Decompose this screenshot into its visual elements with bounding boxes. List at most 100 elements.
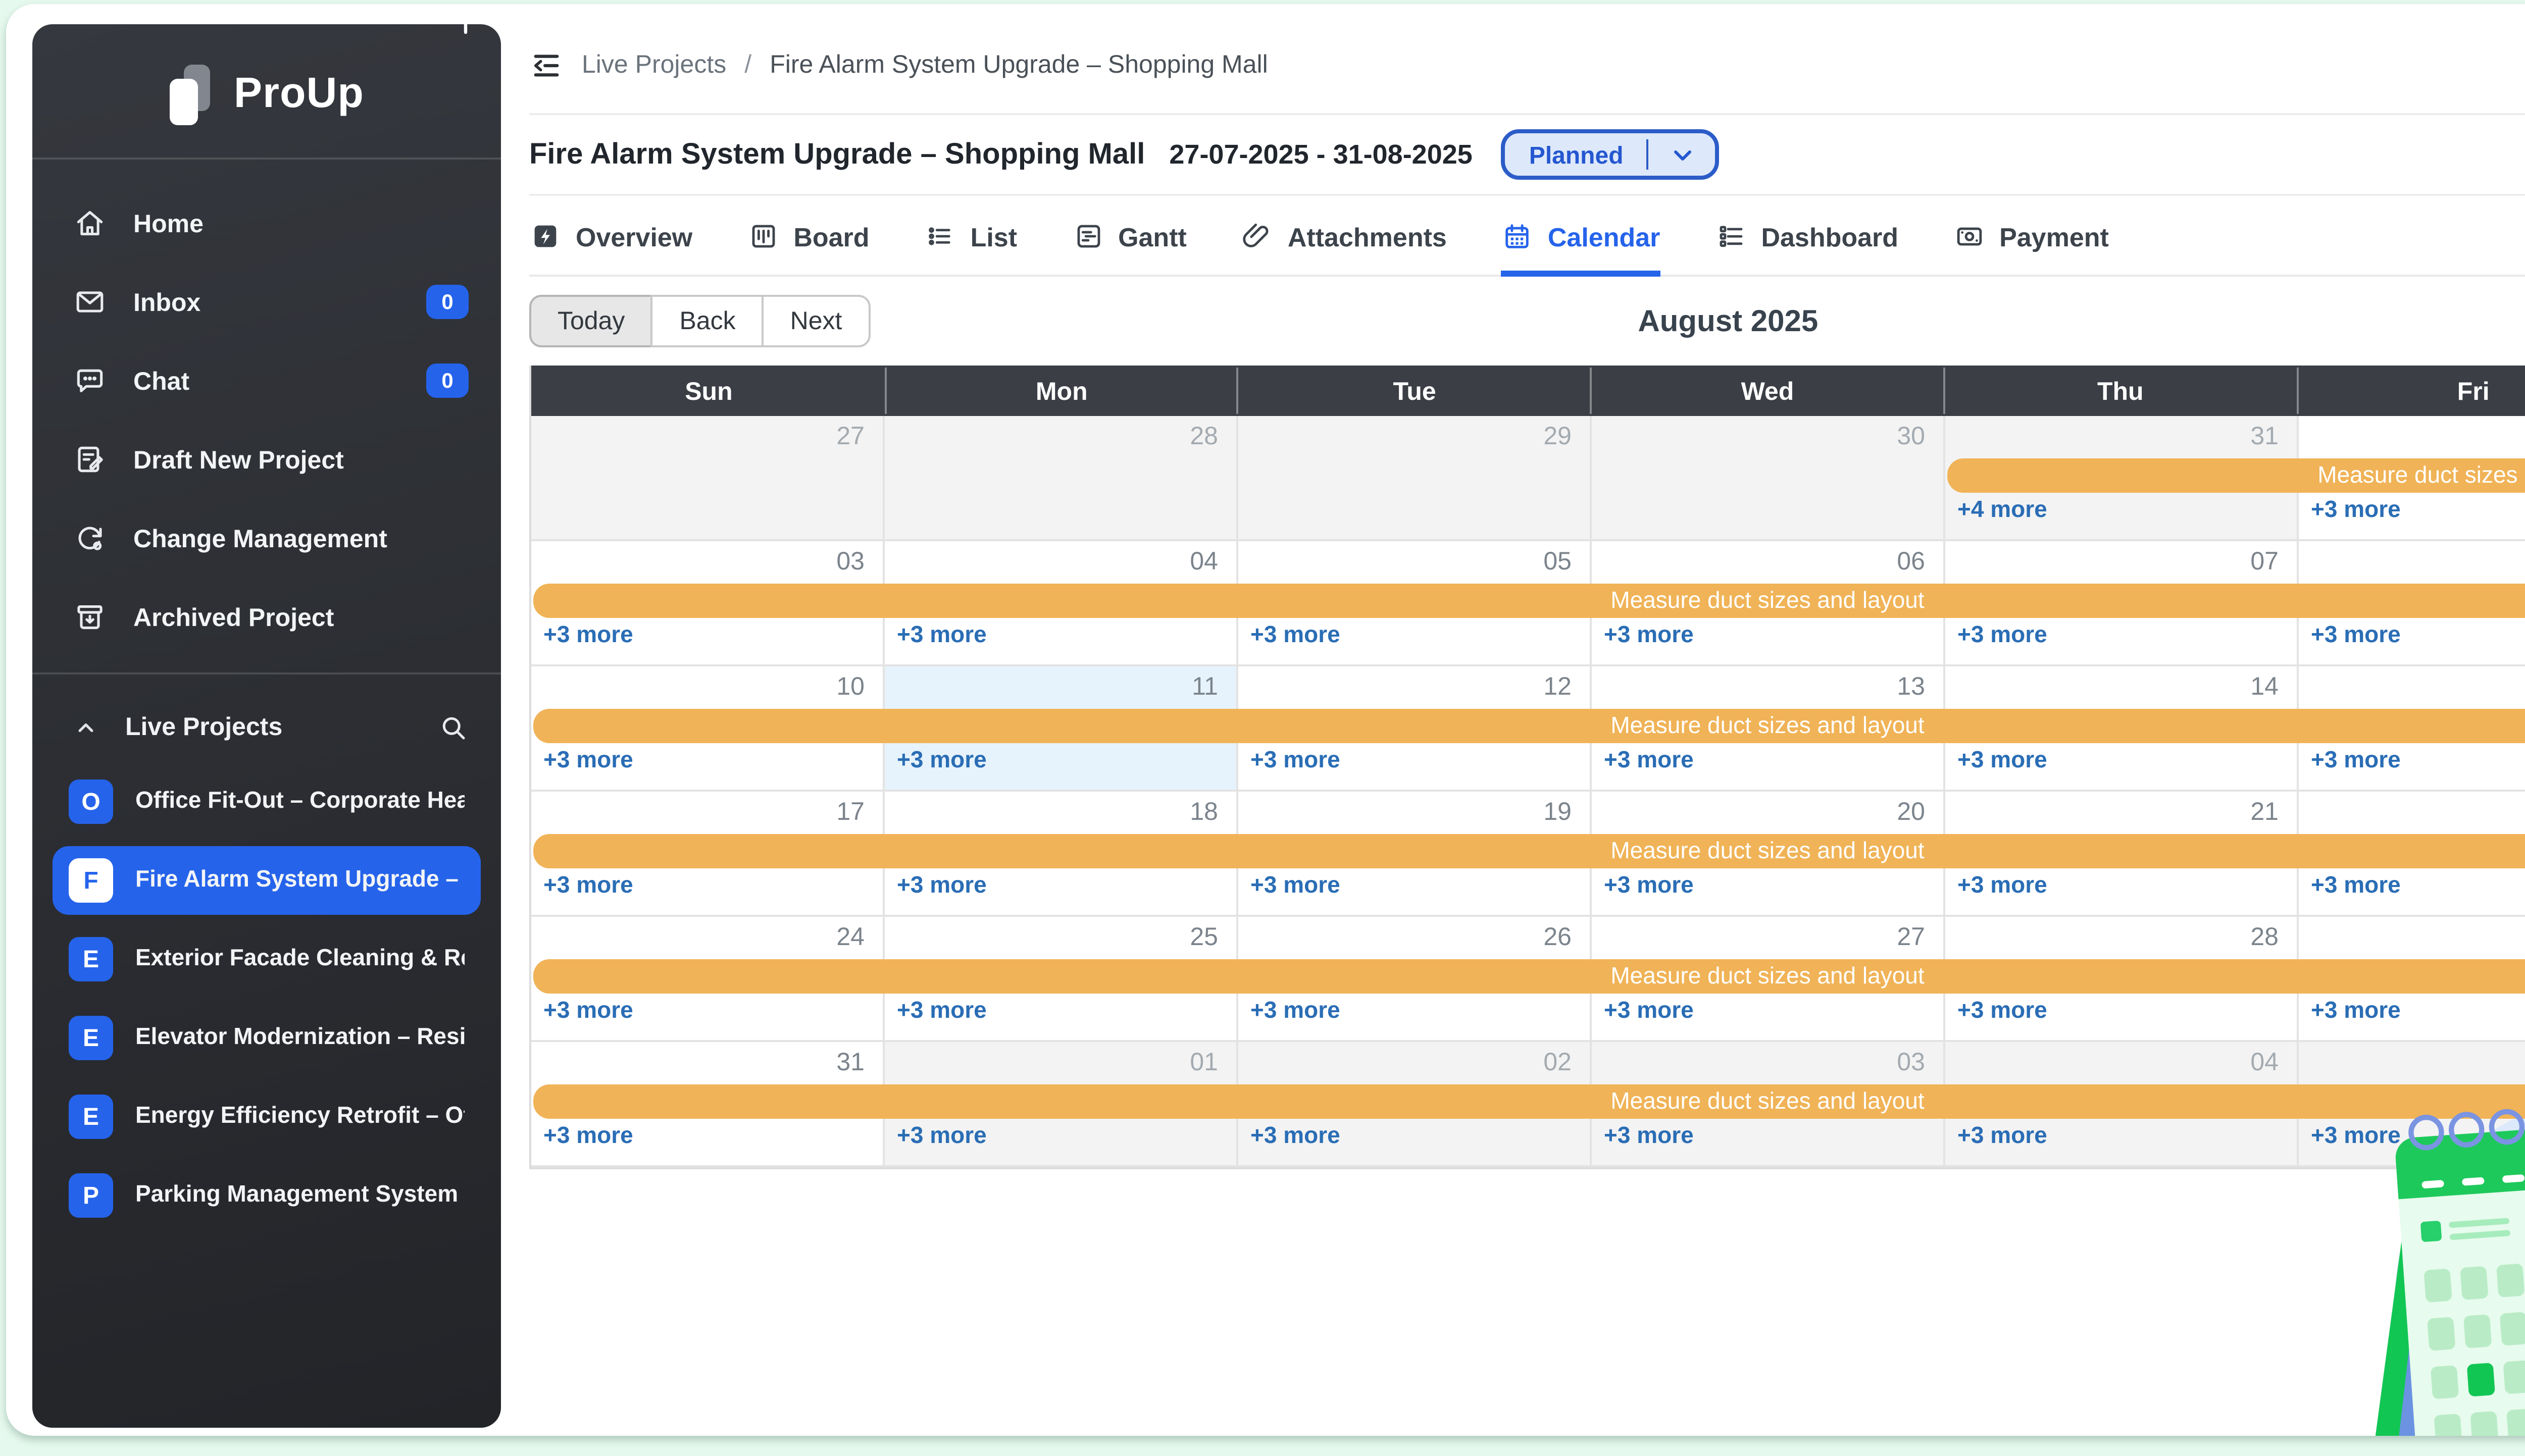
status-dropdown[interactable]: Planned xyxy=(1501,129,1719,180)
more-events-link[interactable]: +3 more xyxy=(897,1000,987,1024)
event-bar[interactable]: Measure duct sizes and layout xyxy=(1947,458,2525,493)
project-label: Fire Alarm System Upgrade – Sh... xyxy=(135,868,465,893)
breadcrumb-live-projects[interactable]: Live Projects xyxy=(582,50,726,79)
search-icon[interactable] xyxy=(438,712,469,742)
day-number: 29 xyxy=(1543,422,1572,450)
day-number: 07 xyxy=(2250,547,2279,576)
more-events-link[interactable]: +3 more xyxy=(1957,749,2047,773)
page-title: Fire Alarm System Upgrade – Shopping Mal… xyxy=(529,138,1145,171)
sidebar-project-item[interactable]: EEnergy Efficiency Retrofit – Offic... xyxy=(53,1082,481,1151)
more-events-link[interactable]: +3 more xyxy=(2311,1000,2401,1024)
more-events-link[interactable]: +3 more xyxy=(2311,1125,2401,1149)
more-events-link[interactable]: +3 more xyxy=(543,624,633,648)
day-number: 04 xyxy=(2250,1048,2279,1076)
tab-overview[interactable]: Overview xyxy=(529,198,692,277)
more-events-link[interactable]: +3 more xyxy=(543,1000,633,1024)
sidebar-item-chat[interactable]: Chat0 xyxy=(32,341,501,420)
more-events-link[interactable]: +3 more xyxy=(2311,499,2401,523)
collapse-sidebar-icon[interactable] xyxy=(529,47,564,82)
sidebar-item-archived-project[interactable]: Archived Project xyxy=(32,578,501,656)
tab-dashboard[interactable]: Dashboard xyxy=(1714,198,1898,277)
tab-board[interactable]: Board xyxy=(747,198,869,277)
event-bar[interactable]: Measure duct sizes and layout xyxy=(533,1084,2525,1119)
overview-icon xyxy=(529,220,562,252)
more-events-link[interactable]: +3 more xyxy=(543,749,633,773)
more-events-link[interactable]: +3 more xyxy=(1957,1000,2047,1024)
more-events-link[interactable]: +3 more xyxy=(1250,874,1340,899)
tab-label: Payment xyxy=(1999,221,2109,251)
calendar-cell[interactable]: 30 xyxy=(1592,416,1945,541)
more-events-link[interactable]: +3 more xyxy=(2311,749,2401,773)
project-label: Office Fit-Out – Corporate Head... xyxy=(135,790,465,814)
more-events-link[interactable]: +3 more xyxy=(2311,624,2401,648)
more-events-link[interactable]: +3 more xyxy=(1250,1125,1340,1149)
sidebar-item-label: Draft New Project xyxy=(133,445,344,474)
tab-label: Attachments xyxy=(1288,221,1447,251)
tab-attachments[interactable]: Attachments xyxy=(1241,198,1447,277)
sidebar-item-label: Inbox xyxy=(133,288,200,316)
tab-bar: Overview Board List Gantt Attachments Ca… xyxy=(529,196,2525,277)
event-bar[interactable]: Measure duct sizes and layout xyxy=(533,584,2525,618)
day-number: 20 xyxy=(1897,798,1925,826)
day-number: 01 xyxy=(1190,1048,1218,1076)
sidebar-section-live-projects[interactable]: Live Projects xyxy=(32,691,501,763)
calendar-cell[interactable]: 28 xyxy=(885,416,1238,541)
sidebar-item-change-management[interactable]: Change Management xyxy=(32,499,501,578)
more-events-link[interactable]: +3 more xyxy=(1604,749,1694,773)
more-events-link[interactable]: +3 more xyxy=(897,749,987,773)
sidebar-project-item-selected[interactable]: FFire Alarm System Upgrade – Sh... xyxy=(53,846,481,915)
today-button[interactable]: Today xyxy=(529,295,653,347)
tab-label: Dashboard xyxy=(1761,221,1898,251)
event-bar[interactable]: Measure duct sizes and layout xyxy=(533,834,2525,868)
breadcrumb-project[interactable]: Fire Alarm System Upgrade – Shopping Mal… xyxy=(770,50,1268,79)
more-events-link[interactable]: +3 more xyxy=(897,874,987,899)
more-events-link[interactable]: +3 more xyxy=(897,624,987,648)
sidebar-item-inbox[interactable]: Inbox 0 xyxy=(32,263,501,341)
calendar-cell[interactable]: 27 xyxy=(531,416,885,541)
tab-gantt[interactable]: Gantt xyxy=(1072,198,1187,277)
more-events-link[interactable]: +3 more xyxy=(1957,1125,2047,1149)
tab-list[interactable]: List xyxy=(924,198,1018,277)
day-number: 31 xyxy=(2250,422,2279,450)
tab-payment[interactable]: Payment xyxy=(1953,198,2109,277)
more-events-link[interactable]: +3 more xyxy=(543,874,633,899)
day-number: 04 xyxy=(1190,547,1218,576)
sidebar-project-item[interactable]: EExterior Facade Cleaning & Repa... xyxy=(53,925,481,994)
sidebar-item-home[interactable]: Home xyxy=(32,184,501,263)
sidebar-item-label: Change Management xyxy=(133,524,387,552)
count-badge: 0 xyxy=(426,285,469,319)
day-number: 28 xyxy=(2250,923,2279,951)
more-events-link[interactable]: +3 more xyxy=(897,1125,987,1149)
app-window: ProUp Home Inbox0 Chat0 Draft New Projec… xyxy=(6,4,2525,1436)
more-events-link[interactable]: +4 more xyxy=(1957,499,2047,523)
more-events-link[interactable]: +3 more xyxy=(543,1125,633,1149)
more-events-link[interactable]: +3 more xyxy=(1604,874,1694,899)
sidebar-project-item[interactable]: PParking Management System In... xyxy=(53,1161,481,1230)
more-events-link[interactable]: +3 more xyxy=(1250,1000,1340,1024)
more-events-link[interactable]: +3 more xyxy=(1957,874,2047,899)
project-initial-tile: E xyxy=(69,937,113,981)
more-events-link[interactable]: +3 more xyxy=(1604,1125,1694,1149)
more-events-link[interactable]: +3 more xyxy=(1250,749,1340,773)
project-label: Energy Efficiency Retrofit – Offic... xyxy=(135,1105,465,1129)
draft-icon xyxy=(73,442,107,477)
project-header: Fire Alarm System Upgrade – Shopping Mal… xyxy=(529,113,2525,196)
sidebar-project-item[interactable]: EElevator Modernization – Reside... xyxy=(53,1004,481,1072)
day-number: 28 xyxy=(1190,422,1218,450)
more-events-link[interactable]: +3 more xyxy=(1604,624,1694,648)
more-events-link[interactable]: +3 more xyxy=(1250,624,1340,648)
event-bar[interactable]: Measure duct sizes and layout xyxy=(533,959,2525,994)
sidebar-item-label: Chat xyxy=(133,367,189,395)
more-events-link[interactable]: +3 more xyxy=(1957,624,2047,648)
sidebar-project-item[interactable]: OOffice Fit-Out – Corporate Head... xyxy=(53,767,481,836)
back-button[interactable]: Back xyxy=(651,295,764,347)
sidebar-item-draft-new-project[interactable]: Draft New Project xyxy=(32,420,501,499)
more-events-link[interactable]: +3 more xyxy=(1604,1000,1694,1024)
more-events-link[interactable]: +3 more xyxy=(2311,874,2401,899)
day-number: 10 xyxy=(836,672,865,701)
tab-calendar[interactable]: Calendar xyxy=(1501,198,1660,277)
calendar-cell[interactable]: 29 xyxy=(1238,416,1592,541)
event-bar[interactable]: Measure duct sizes and layout xyxy=(533,709,2525,743)
project-label: Parking Management System In... xyxy=(135,1183,465,1208)
weekday-header: Wed xyxy=(1592,368,1945,414)
